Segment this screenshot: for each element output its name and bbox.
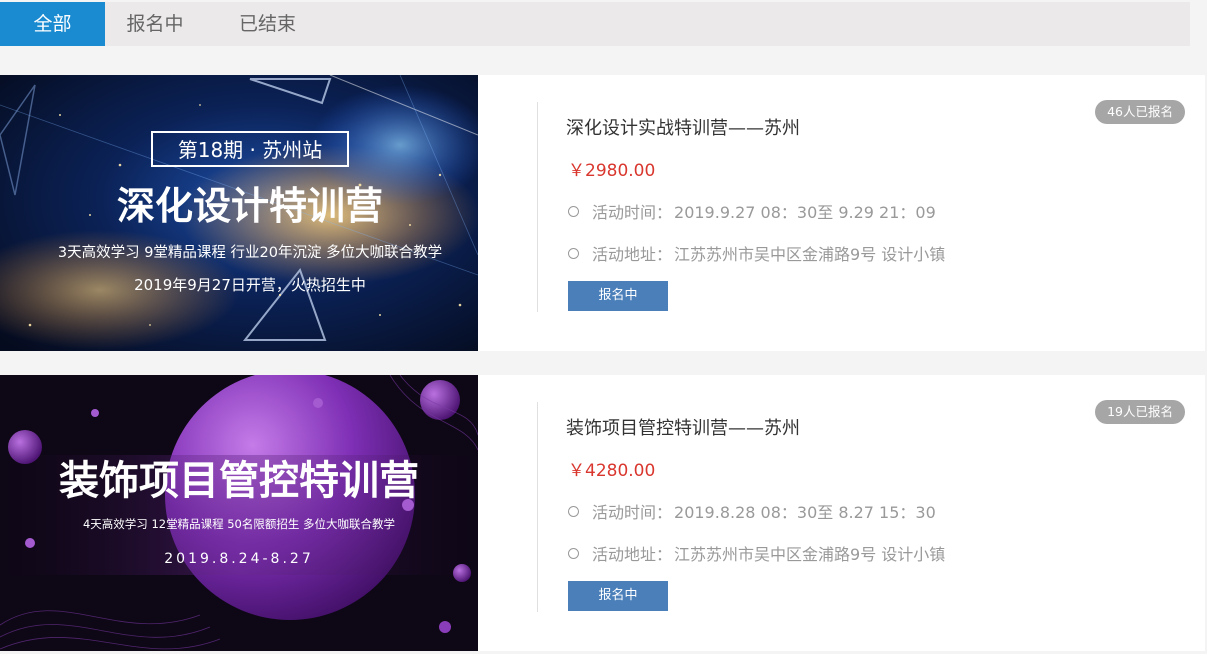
event-title[interactable]: 深化设计实战特训营——苏州	[566, 114, 800, 140]
tab-registering[interactable]: 报名中	[105, 2, 205, 46]
signup-count-badge: 19人已报名	[1095, 400, 1185, 424]
address-label: 活动地址：	[592, 545, 673, 564]
event-banner-image[interactable]: 装饰项目管控特训营 4天高效学习 12堂精品课程 50名限额招生 多位大咖联合教…	[0, 375, 478, 651]
time-value: 2019.9.27 08：30至 9.29 21：09	[674, 203, 936, 222]
event-time-row: 活动时间： 2019.8.28 08：30至 8.27 15：30	[568, 499, 936, 523]
event-time-row: 活动时间： 2019.9.27 08：30至 9.29 21：09	[568, 199, 936, 223]
signup-button[interactable]: 报名中	[568, 281, 668, 311]
time-label: 活动时间：	[592, 203, 673, 222]
filter-tabs: 全部 报名中 已结束	[0, 2, 1190, 46]
location-bullet-icon	[568, 547, 579, 559]
address-label: 活动地址：	[592, 245, 673, 264]
banner-date: 2019.8.24-8.27	[164, 551, 313, 567]
banner-headline: 深化设计特训营	[117, 184, 383, 228]
banner-date: 2019年9月27日开营，火热招生中	[134, 276, 366, 294]
event-title[interactable]: 装饰项目管控特训营——苏州	[566, 414, 800, 440]
location-bullet-icon	[568, 247, 579, 259]
banner-badge-text: 第18期 · 苏州站	[178, 138, 323, 162]
tab-ended[interactable]: 已结束	[205, 2, 330, 46]
event-address-row: 活动地址： 江苏苏州市吴中区金浦路9号 设计小镇	[568, 241, 945, 265]
event-banner-image[interactable]: 第18期 · 苏州站 深化设计特训营 3天高效学习 9堂精品课程 行业20年沉淀…	[0, 75, 478, 351]
banner-headline: 装饰项目管控特训营	[59, 458, 419, 504]
event-price: ￥2980.00	[568, 161, 656, 181]
signup-count-badge: 46人已报名	[1095, 100, 1185, 124]
time-label: 活动时间：	[592, 503, 673, 522]
event-price: ￥4280.00	[568, 461, 656, 481]
address-value: 江苏苏州市吴中区金浦路9号 设计小镇	[674, 245, 946, 264]
clock-bullet-icon	[568, 205, 579, 217]
event-card[interactable]: 装饰项目管控特训营 4天高效学习 12堂精品课程 50名限额招生 多位大咖联合教…	[0, 375, 1205, 651]
event-address-row: 活动地址： 江苏苏州市吴中区金浦路9号 设计小镇	[568, 541, 945, 565]
clock-bullet-icon	[568, 505, 579, 517]
signup-button[interactable]: 报名中	[568, 581, 668, 611]
banner-subline: 4天高效学习 12堂精品课程 50名限额招生 多位大咖联合教学	[83, 517, 395, 531]
event-info: 装饰项目管控特训营——苏州 ￥4280.00 活动时间： 2019.8.28 0…	[537, 402, 1187, 612]
time-value: 2019.8.28 08：30至 8.27 15：30	[674, 503, 936, 522]
banner-subline: 3天高效学习 9堂精品课程 行业20年沉淀 多位大咖联合教学	[58, 244, 442, 261]
event-info: 深化设计实战特训营——苏州 ￥2980.00 活动时间： 2019.9.27 0…	[537, 102, 1187, 312]
event-card[interactable]: 第18期 · 苏州站 深化设计特训营 3天高效学习 9堂精品课程 行业20年沉淀…	[0, 75, 1205, 351]
address-value: 江苏苏州市吴中区金浦路9号 设计小镇	[674, 545, 946, 564]
tab-all[interactable]: 全部	[0, 2, 105, 46]
